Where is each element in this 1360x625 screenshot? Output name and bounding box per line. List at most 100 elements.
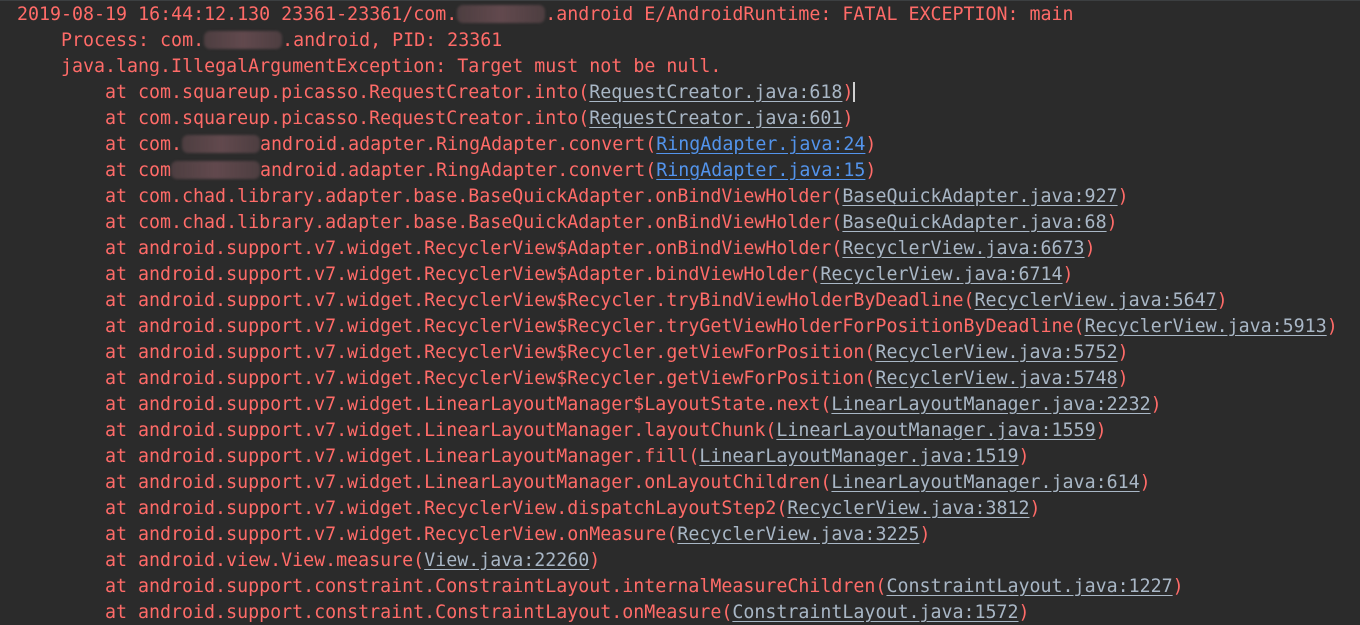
log-text: java.lang.IllegalArgumentException: Targ… [61,56,722,77]
log-text: at com.squareup.picasso.RequestCreator.i… [105,108,590,129]
source-file-link[interactable]: RecyclerView.java:3812 [787,498,1029,519]
log-text: at android.support.v7.widget.RecyclerVie… [105,264,821,285]
log-text: at com.chad.library.adapter.base.BaseQui… [105,212,843,233]
source-file-link[interactable]: RecyclerView.java:5913 [1085,316,1327,337]
log-text: at android.support.constraint.Constraint… [105,576,887,597]
log-text: ) [1117,342,1129,363]
log-text: at android.support.v7.widget.LinearLayou… [105,394,832,415]
log-text: ) [1018,446,1030,467]
source-file-link[interactable]: RingAdapter.java:24 [656,134,865,155]
log-text: at android.support.v7.widget.RecyclerVie… [105,316,1085,337]
log-message-line: java.lang.IllegalArgumentException: Targ… [61,54,721,80]
log-text: .android, PID: 23361 [282,30,503,51]
source-file-link[interactable]: RecyclerView.java:6714 [820,264,1062,285]
source-file-link[interactable]: RecyclerView.java:6673 [842,238,1084,259]
stack-frame-line: at android.support.v7.widget.RecyclerVie… [105,314,1338,340]
source-file-link[interactable]: BaseQuickAdapter.java:927 [842,186,1117,207]
stack-frame-line: at com.chad.library.adapter.base.BaseQui… [105,210,1118,236]
stack-frame-line: at android.support.v7.widget.RecyclerVie… [105,288,1228,314]
log-text: at android.support.v7.widget.RecyclerVie… [105,524,678,545]
log-text: android.adapter.RingAdapter.convert( [260,160,657,181]
source-file-link[interactable]: ConstraintLayout.java:1227 [886,576,1172,597]
stack-frame-line: at android.support.v7.widget.RecyclerVie… [105,262,1074,288]
log-text: .android E/AndroidRuntime: FATAL EXCEPTI… [545,4,1074,25]
log-text: ) [865,134,877,155]
source-file-link[interactable]: LinearLayoutManager.java:614 [831,472,1139,493]
log-text: at android.support.v7.widget.LinearLayou… [105,446,700,467]
stack-frame-line: at android.support.v7.widget.LinearLayou… [105,392,1162,418]
source-file-link[interactable]: RecyclerView.java:3225 [677,524,919,545]
log-text: ) [919,524,931,545]
log-text: ) [1150,394,1162,415]
source-file-link[interactable]: LinearLayoutManager.java:2232 [831,394,1150,415]
stack-frame-line: at android.support.v7.widget.RecyclerVie… [105,496,1041,522]
log-text: Process: com. [61,30,205,51]
log-text: at com.chad.library.adapter.base.BaseQui… [105,186,843,207]
log-header-line: 2019-08-19 16:44:12.130 23361-23361/com.… [17,2,1074,28]
source-file-link[interactable]: ConstraintLayout.java:1572 [732,602,1018,623]
source-file-link[interactable]: RingAdapter.java:15 [656,160,865,181]
stack-frame-line: at android.support.v7.widget.LinearLayou… [105,444,1030,470]
stack-frame-line: at android.support.v7.widget.LinearLayou… [105,470,1151,496]
log-text: at android.support.v7.widget.LinearLayou… [105,472,832,493]
redacted-package-name [182,134,261,153]
log-text: ) [1117,368,1129,389]
log-text: ) [842,82,854,103]
log-text: at com [105,160,172,181]
log-text: ) [1095,420,1107,441]
stack-frame-line: at android.support.v7.widget.RecyclerVie… [105,340,1129,366]
stack-frame-line: at android.support.v7.widget.LinearLayou… [105,418,1107,444]
log-text: at android.support.v7.widget.RecyclerVie… [105,342,876,363]
stack-frame-line: at android.support.constraint.Constraint… [105,600,1030,625]
log-text: ) [842,108,854,129]
log-text: ) [1018,602,1030,623]
redacted-package-name [171,160,261,179]
stack-frame-line: at com android.adapter.RingAdapter.conver… [105,158,876,184]
stack-frame-line: at com.squareup.picasso.RequestCreator.i… [105,80,856,106]
source-file-link[interactable]: RecyclerView.java:5752 [875,342,1117,363]
source-file-link[interactable]: RecyclerView.java:5647 [975,290,1217,311]
stack-frame-line: at android.support.v7.widget.RecyclerVie… [105,522,930,548]
stack-frame-line: at android.view.View.measure(View.java:2… [105,548,600,574]
redacted-package-name [457,4,546,23]
text-cursor [853,81,856,102]
stack-frame-line: at com. android.adapter.RingAdapter.conve… [105,132,876,158]
log-text: ) [1106,212,1118,233]
stack-frame-line: at android.support.v7.widget.RecyclerVie… [105,236,1096,262]
log-text: ) [1326,316,1338,337]
log-text: ) [1216,290,1228,311]
log-text: at android.view.View.measure( [105,550,425,571]
log-text: at com.squareup.picasso.RequestCreator.i… [105,82,590,103]
source-file-link[interactable]: LinearLayoutManager.java:1519 [699,446,1018,467]
log-text: ) [1084,238,1096,259]
log-text: ) [1029,498,1041,519]
stack-frame-line: at android.support.constraint.Constraint… [105,574,1184,600]
log-text: at android.support.v7.widget.RecyclerVie… [105,238,843,259]
log-text: at android.support.v7.widget.RecyclerVie… [105,368,876,389]
log-text: at android.support.v7.widget.RecyclerVie… [105,498,788,519]
stack-frame-line: at android.support.v7.widget.RecyclerVie… [105,366,1129,392]
log-text: at android.support.v7.widget.LinearLayou… [105,420,777,441]
logcat-console[interactable]: 2019-08-19 16:44:12.130 23361-23361/com.… [0,0,1360,625]
log-text: ) [1062,264,1074,285]
stack-frame-line: at com.squareup.picasso.RequestCreator.i… [105,106,853,132]
log-text: ) [865,160,877,181]
log-message-line: Process: com. .android, PID: 23361 [61,28,502,54]
log-text: ) [1139,472,1151,493]
log-text: ) [589,550,601,571]
log-text: ) [1172,576,1184,597]
source-file-link[interactable]: RecyclerView.java:5748 [875,368,1117,389]
redacted-package-name [204,30,283,49]
log-text: 2019-08-19 16:44:12.130 23361-23361/com. [17,4,458,25]
source-file-link[interactable]: LinearLayoutManager.java:1559 [776,420,1095,441]
source-file-link[interactable]: RequestCreator.java:601 [589,108,842,129]
log-text: ) [1117,186,1129,207]
log-text: at android.support.constraint.Constraint… [105,602,733,623]
source-file-link[interactable]: View.java:22260 [424,550,589,571]
log-text: at com. [105,134,183,155]
log-text: android.adapter.RingAdapter.convert( [260,134,657,155]
stack-frame-line: at com.chad.library.adapter.base.BaseQui… [105,184,1129,210]
source-file-link[interactable]: RequestCreator.java:618 [589,82,842,103]
source-file-link[interactable]: BaseQuickAdapter.java:68 [842,212,1106,233]
log-text: at android.support.v7.widget.RecyclerVie… [105,290,975,311]
